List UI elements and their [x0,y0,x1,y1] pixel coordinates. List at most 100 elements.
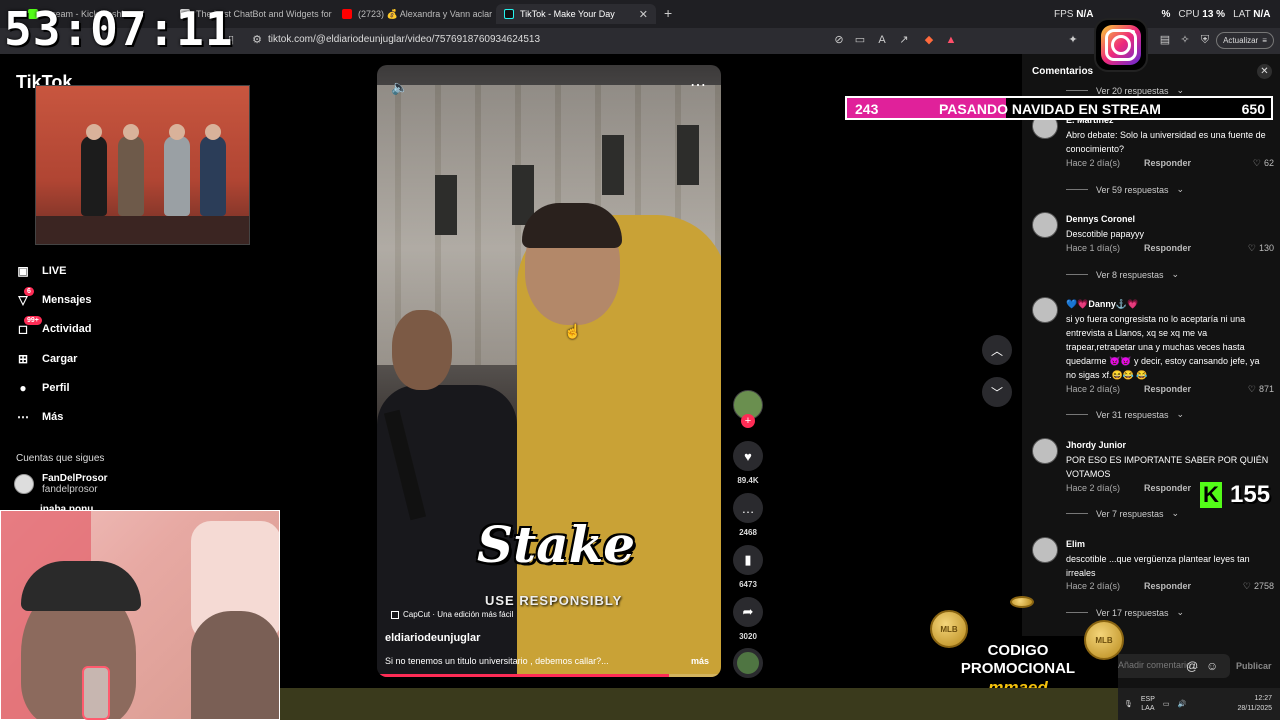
network-icon[interactable]: ▭ [1163,700,1170,708]
reply-button[interactable]: Responder [1144,158,1191,168]
view-replies[interactable]: Ver 8 respuestas ⌄ [1066,269,1179,280]
streamer-cap [21,561,141,611]
account-handle: fandelprosor [42,484,98,495]
share-page-icon[interactable]: ↗ [897,33,911,47]
extensions-icon[interactable]: ✦ [1066,33,1080,47]
save-count: 6473 [739,580,757,589]
comment-author[interactable]: 💙💗Danny⚓💗 [1066,299,1138,310]
sidebar-item-profile[interactable]: ● Perfil [16,381,69,395]
sidebar-item-label: LIVE [42,265,67,277]
vpn-icon[interactable]: ⛨ [1198,33,1212,47]
instagram-logo [1094,18,1148,72]
following-account[interactable]: FanDelProsor fandelprosor [14,473,108,495]
like-action[interactable]: ♥ 89.4K [733,441,763,485]
tab-youtube[interactable]: (2723) 💰 Alexandra y Vann aclaran [334,4,492,24]
more-options-icon[interactable]: ⋯ [690,75,707,95]
music-disc-icon[interactable] [733,648,763,678]
volume-tray-icon[interactable]: 🔊 [1178,700,1187,708]
comment-like[interactable]: ♡ 130 [1248,243,1274,254]
promo-line-2: PROMOCIONAL [960,660,1076,677]
person-figure [118,136,144,216]
video-off-icon[interactable]: ⊘ [832,33,846,47]
cpu-label: CPU [1178,9,1200,20]
language-indicator[interactable]: ESP LAA [1141,695,1155,713]
sidebar-item-messages[interactable]: ▽ 6 Mensajes [16,287,92,307]
volume-icon[interactable]: 🔈 [391,79,408,96]
comment-like[interactable]: ♡ 62 [1253,158,1274,169]
comment-icon[interactable]: … [733,493,763,523]
previous-video-button[interactable]: ︿ [982,335,1012,365]
reporter-head [392,310,452,390]
sponsor-logo: Stake [477,515,636,574]
video-player[interactable]: 🔈 ⋯ Stake USE RESPONSIBLY CapCut · Una e… [377,65,721,677]
avatar[interactable] [1032,537,1058,563]
sidebar-toggle-icon[interactable]: ▤ [1158,33,1172,47]
coin-label: MLB [1095,635,1113,645]
cast-icon[interactable]: ▭ [853,33,867,47]
video-description: Si no tenemos un titulo universitario , … [385,656,609,666]
reply-button[interactable]: Responder [1144,384,1191,394]
view-replies[interactable]: Ver 17 respuestas ⌄ [1066,607,1184,618]
update-button[interactable]: Actualizar ≡ [1216,32,1274,49]
share-action[interactable]: ➦ 3020 [733,597,763,641]
mic-icon[interactable]: 🎙 [1124,700,1133,708]
sponsor-tagline: USE RESPONSIBLY [485,593,623,608]
leo-icon[interactable]: ✧ [1178,33,1192,47]
heart-icon[interactable]: ♥ [733,441,763,471]
video-author[interactable]: eldiariodeunjuglar [385,632,480,644]
save-action[interactable]: ▮ 6473 [733,545,763,589]
view-replies[interactable]: Ver 20 respuestas ⌄ [1066,85,1184,96]
clock[interactable]: 12:27 28/11/2025 [1237,694,1272,714]
music-video-overlay [35,85,250,245]
reply-button[interactable]: Responder [1144,581,1191,591]
description-more-link[interactable]: más [691,656,709,666]
stream-timer: 53:07:11 [4,2,234,56]
comment-text: Abro debate: Solo la universidad es una … [1066,130,1266,154]
youtube-favicon-icon [342,9,352,19]
comment-text: descotible ...que vergüenza plantear ley… [1066,554,1250,578]
new-tab-button[interactable]: + [664,5,672,21]
avatar[interactable] [1032,297,1058,323]
reply-button[interactable]: Responder [1144,483,1191,493]
view-replies[interactable]: Ver 31 respuestas ⌄ [1066,409,1184,420]
video-progress-bar[interactable] [377,674,670,677]
publish-button[interactable]: Publicar [1236,661,1272,671]
sidebar-item-live[interactable]: ▣ LIVE [16,264,66,278]
close-comments-button[interactable]: ✕ [1257,64,1272,79]
sidebar-item-upload[interactable]: ⊞ Cargar [16,352,78,366]
close-tab-icon[interactable]: ✕ [639,8,648,21]
bookmark-save-icon[interactable]: ▮ [733,545,763,575]
subscriber-goal-bar: 243 PASANDO NAVIDAD EN STREAM 650 [845,96,1273,120]
follow-plus-icon[interactable]: + [741,414,755,428]
divider [1066,414,1088,415]
translate-icon[interactable]: A [875,33,889,47]
view-replies[interactable]: Ver 7 respuestas ⌄ [1066,508,1179,519]
reply-button[interactable]: Responder [1144,243,1191,253]
comment-author[interactable]: Elim [1066,539,1085,549]
comment-like-count: 62 [1263,158,1274,168]
comment-author[interactable]: Dennys Coronel [1066,214,1135,224]
avatar[interactable] [1032,438,1058,464]
rewards-icon[interactable]: ▲ [944,33,958,47]
person-head [169,124,185,140]
comment-author[interactable]: Jhordy Junior [1066,440,1126,450]
next-video-button[interactable]: ﹀ [982,377,1012,407]
brave-shield-icon[interactable]: ◆ [922,33,936,47]
chevron-down-icon: ⌄ [1171,269,1180,279]
share-arrow-icon[interactable]: ➦ [733,597,763,627]
comment-like[interactable]: ♡ 2758 [1243,581,1274,592]
url-field[interactable]: tiktok.com/@eldiariodeunjuglar/video/757… [268,34,540,45]
mention-icon[interactable]: @ [1186,659,1198,673]
tab-tiktok[interactable]: TikTok - Make Your Day ✕ [496,4,656,24]
following-section-title: Cuentas que sigues [16,453,105,464]
comment-like[interactable]: ♡ 871 [1248,384,1274,395]
sidebar-item-more[interactable]: ⋯ Más [16,410,63,424]
avatar[interactable] [1032,212,1058,238]
sidebar-item-activity[interactable]: ◻ 99+ Actividad [16,316,92,336]
capcut-label[interactable]: CapCut · Una edición más fácil [391,610,513,619]
emoji-icon[interactable]: ☺ [1206,659,1218,673]
view-replies[interactable]: Ver 59 respuestas ⌄ [1066,184,1184,195]
instagram-dot [1131,30,1135,34]
site-settings-icon[interactable]: ⚙ [250,33,264,47]
comment-action[interactable]: … 2468 [733,493,763,537]
